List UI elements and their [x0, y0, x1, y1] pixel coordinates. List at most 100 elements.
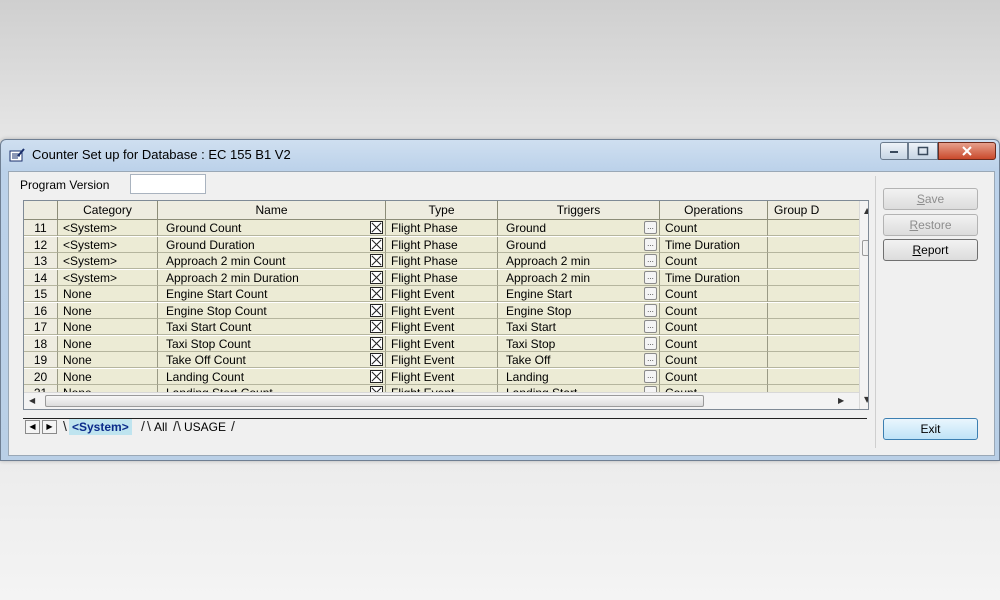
operation-cell[interactable]: Count [660, 319, 768, 335]
category-cell[interactable]: None [58, 286, 158, 302]
scroll-up-icon[interactable]: ▲ [864, 206, 868, 215]
trigger-cell[interactable]: Approach 2 min... [498, 253, 660, 269]
type-cell[interactable]: Flight Event [386, 302, 498, 319]
type-cell[interactable]: Flight Phase [386, 253, 498, 269]
checkbox-x-icon[interactable] [370, 270, 383, 284]
name-cell[interactable]: Approach 2 min Count [158, 253, 386, 269]
column-header-operations[interactable]: Operations [660, 201, 768, 220]
operation-cell[interactable]: Count [660, 286, 768, 302]
category-cell[interactable]: None [58, 352, 158, 368]
title-bar[interactable]: Counter Set up for Database : EC 155 B1 … [1, 140, 999, 170]
exit-button[interactable]: Exit [883, 418, 978, 440]
vertical-scrollbar[interactable]: ▲ ▼ [859, 201, 868, 409]
name-cell[interactable]: Approach 2 min Duration [158, 269, 386, 286]
trigger-cell[interactable]: Ground... [498, 236, 660, 253]
scroll-left-icon[interactable]: ◀ [29, 396, 35, 405]
group-cell[interactable] [768, 302, 868, 319]
category-cell[interactable]: None [58, 368, 158, 385]
type-cell[interactable]: Flight Event [386, 335, 498, 352]
type-cell[interactable]: Flight Event [386, 368, 498, 385]
group-cell[interactable] [768, 368, 868, 385]
type-cell[interactable]: Flight Phase [386, 220, 498, 236]
tab-prev-button[interactable]: ◀ [25, 420, 40, 434]
trigger-cell[interactable]: Taxi Stop... [498, 335, 660, 352]
operation-cell[interactable]: Count [660, 253, 768, 269]
column-header-name[interactable]: Name [158, 201, 386, 220]
row-number[interactable]: 18 [24, 335, 58, 352]
save-button[interactable]: Save [883, 188, 978, 210]
name-cell[interactable]: Taxi Stop Count [158, 335, 386, 352]
tab-next-button[interactable]: ▶ [42, 420, 57, 434]
category-cell[interactable]: <System> [58, 269, 158, 286]
checkbox-x-icon[interactable] [370, 237, 383, 251]
table-row[interactable]: 18 None Taxi Stop Count Flight Event Taxi St… [24, 335, 868, 352]
row-number[interactable]: 11 [24, 220, 58, 236]
trigger-cell[interactable]: Approach 2 min... [498, 269, 660, 286]
group-cell[interactable] [768, 286, 868, 302]
operation-cell[interactable]: Count [660, 368, 768, 385]
name-cell[interactable]: Engine Start Count [158, 286, 386, 302]
column-header-category[interactable]: Category [58, 201, 158, 220]
table-row[interactable]: 19 None Take Off Count Flight Event Take Off… [24, 352, 868, 368]
column-header-triggers[interactable]: Triggers [498, 201, 660, 220]
checkbox-x-icon[interactable] [370, 336, 383, 350]
table-row[interactable]: 14 <System> Approach 2 min Duration Flight … [24, 269, 868, 286]
row-number[interactable]: 19 [24, 352, 58, 368]
row-number[interactable]: 17 [24, 319, 58, 335]
table-row[interactable]: 16 None Engine Stop Count Flight Event Engin… [24, 302, 868, 319]
ellipsis-button[interactable]: ... [644, 353, 657, 366]
category-cell[interactable]: None [58, 335, 158, 352]
checkbox-x-icon[interactable] [370, 353, 383, 366]
group-cell[interactable] [768, 253, 868, 269]
row-number[interactable]: 12 [24, 236, 58, 253]
table-row[interactable]: 12 <System> Ground Duration Flight Phase Gro… [24, 236, 868, 253]
category-cell[interactable]: None [58, 319, 158, 335]
category-cell[interactable]: <System> [58, 220, 158, 236]
ellipsis-button[interactable]: ... [644, 303, 657, 317]
table-row[interactable]: 15 None Engine Start Count Flight Event Engi… [24, 286, 868, 302]
name-cell[interactable]: Take Off Count [158, 352, 386, 368]
scroll-right-icon[interactable]: ▶ [838, 396, 844, 405]
group-cell[interactable] [768, 335, 868, 352]
name-cell[interactable]: Ground Count [158, 220, 386, 236]
category-cell[interactable]: <System> [58, 236, 158, 253]
checkbox-x-icon[interactable] [370, 320, 383, 333]
horizontal-scroll-thumb[interactable] [45, 395, 704, 407]
table-row[interactable]: 11 <System> Ground Count Flight Phase Ground… [24, 220, 868, 236]
operation-cell[interactable]: Time Duration [660, 236, 768, 253]
trigger-cell[interactable]: Take Off... [498, 352, 660, 368]
column-header-group[interactable]: Group D [768, 201, 868, 220]
ellipsis-button[interactable]: ... [644, 221, 657, 234]
ellipsis-button[interactable]: ... [644, 336, 657, 350]
group-cell[interactable] [768, 236, 868, 253]
group-cell[interactable] [768, 352, 868, 368]
checkbox-x-icon[interactable] [370, 287, 383, 300]
checkbox-x-icon[interactable] [370, 254, 383, 267]
maximize-button[interactable] [908, 142, 938, 160]
row-number[interactable]: 16 [24, 302, 58, 319]
checkbox-x-icon[interactable] [370, 303, 383, 317]
name-cell[interactable]: Ground Duration [158, 236, 386, 253]
operation-cell[interactable]: Count [660, 335, 768, 352]
table-row[interactable]: 13 <System> Approach 2 min Count Flight Pha… [24, 253, 868, 269]
type-cell[interactable]: Flight Phase [386, 269, 498, 286]
category-cell[interactable]: None [58, 302, 158, 319]
category-cell[interactable]: <System> [58, 253, 158, 269]
restore-button[interactable]: Restore [883, 214, 978, 236]
report-button[interactable]: Report [883, 239, 978, 261]
type-cell[interactable]: Flight Phase [386, 236, 498, 253]
trigger-cell[interactable]: Ground... [498, 220, 660, 236]
name-cell[interactable]: Taxi Start Count [158, 319, 386, 335]
tab-usage[interactable]: USAGE [184, 419, 226, 435]
trigger-cell[interactable]: Taxi Start... [498, 319, 660, 335]
name-cell[interactable]: Landing Count [158, 368, 386, 385]
ellipsis-button[interactable]: ... [644, 369, 657, 383]
ellipsis-button[interactable]: ... [644, 270, 657, 284]
scroll-down-icon[interactable]: ▼ [864, 395, 868, 404]
minimize-button[interactable] [880, 142, 908, 160]
vertical-scroll-thumb[interactable] [862, 240, 868, 256]
trigger-cell[interactable]: Landing... [498, 368, 660, 385]
operation-cell[interactable]: Time Duration [660, 269, 768, 286]
checkbox-x-icon[interactable] [370, 369, 383, 383]
ellipsis-button[interactable]: ... [644, 237, 657, 251]
